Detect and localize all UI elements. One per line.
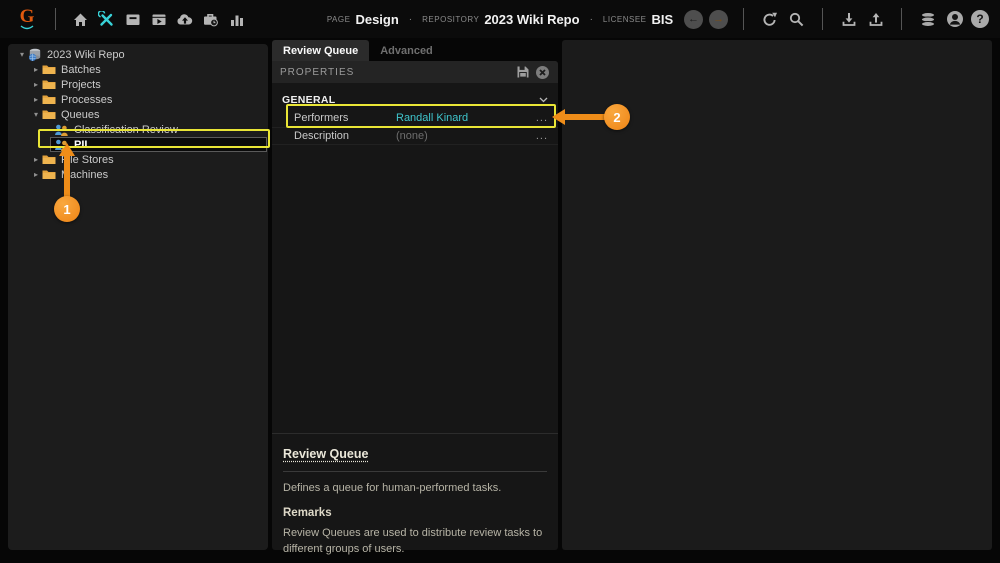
design-tools-icon[interactable] (96, 9, 117, 30)
help-icon[interactable]: ? (971, 10, 989, 28)
callout-arrow-2-head-icon (552, 109, 565, 125)
ellipsis-button[interactable]: ... (536, 130, 558, 142)
stats-icon[interactable] (226, 9, 247, 30)
callout-arrow-1-head-icon (59, 143, 75, 156)
tree-item-batches[interactable]: ▸ Batches (8, 62, 268, 77)
expander-collapsed-icon[interactable]: ▸ (30, 65, 42, 74)
tree-item-queues[interactable]: ▾ Queues (8, 107, 268, 122)
tab-advanced[interactable]: Advanced (369, 40, 444, 61)
callout-arrow-2-shaft (565, 114, 606, 120)
help-remarks-label: Remarks (283, 507, 547, 519)
help-remarks-text: Review Queues are used to distribute rev… (283, 526, 547, 557)
folder-icon (42, 109, 56, 120)
refresh-icon[interactable] (759, 9, 780, 30)
help-divider (283, 471, 547, 472)
upload-icon[interactable] (865, 9, 886, 30)
expander-expanded-icon[interactable]: ▾ (30, 110, 42, 119)
expander-collapsed-icon[interactable]: ▸ (30, 170, 42, 179)
chevron-down-icon[interactable] (539, 97, 548, 103)
grooper-logo[interactable]: G (13, 9, 41, 30)
cloud-import-icon[interactable] (174, 9, 195, 30)
licensee-value: BIS (652, 12, 674, 27)
tree-item-label: Classification Review (74, 124, 178, 136)
properties-body: PROPERTIES GENERAL Performers Randall Ki… (272, 61, 558, 550)
folder-icon (42, 94, 56, 105)
download-icon[interactable] (838, 9, 859, 30)
tree-item-label: Batches (61, 64, 101, 76)
properties-header: PROPERTIES (272, 61, 558, 83)
property-row-description[interactable]: Description (none) ... (272, 128, 558, 145)
repository-node-icon (28, 48, 42, 62)
repository-label: REPOSITORY (422, 15, 479, 24)
tree-item-label: Projects (61, 79, 101, 91)
search-icon[interactable] (786, 9, 807, 30)
top-toolbar: G (0, 0, 1000, 38)
properties-actions (516, 65, 550, 80)
tree-item-label: Queues (61, 109, 100, 121)
home-icon[interactable] (70, 9, 91, 30)
folder-icon (42, 169, 56, 180)
node-tree-panel: ▾ 2023 Wiki Repo ▸ Batches ▸ Projects ▸ … (8, 44, 268, 550)
batches-box-icon[interactable] (122, 9, 143, 30)
help-summary: Defines a queue for human-performed task… (283, 481, 547, 496)
tree-item-machines[interactable]: ▸ Machines (8, 167, 268, 182)
properties-title: PROPERTIES (280, 67, 354, 78)
toolbar-divider (822, 8, 823, 30)
tree-item-classification-review[interactable]: Classification Review (8, 122, 268, 137)
folder-icon (42, 154, 56, 165)
tree-item-file-stores[interactable]: ▸ File Stores (8, 152, 268, 167)
repository-value: 2023 Wiki Repo (484, 12, 579, 27)
breadcrumb-separator: · (590, 14, 593, 25)
expander-expanded-icon[interactable]: ▾ (16, 50, 28, 59)
tasks-bag-icon[interactable] (200, 9, 221, 30)
forward-icon[interactable]: → (709, 10, 728, 29)
callout-step-1: 1 (54, 196, 80, 222)
review-queue-people-icon (54, 124, 69, 136)
toolbar-divider (743, 8, 744, 30)
folder-icon (42, 79, 56, 90)
page-label: PAGE (327, 15, 351, 24)
callout-step-2: 2 (604, 104, 630, 130)
general-section-header[interactable]: GENERAL (272, 92, 558, 108)
property-label: Performers (272, 112, 382, 124)
back-icon[interactable]: ← (684, 10, 703, 29)
help-title-link[interactable]: Review Queue (283, 447, 368, 461)
tree-item-processes[interactable]: ▸ Processes (8, 92, 268, 107)
database-icon[interactable] (917, 9, 938, 30)
expander-collapsed-icon[interactable]: ▸ (30, 155, 42, 164)
page-value: Design (355, 12, 398, 27)
save-icon[interactable] (516, 65, 530, 79)
callout-arrow-1-shaft (64, 155, 70, 198)
tree-item-pii[interactable]: PII (50, 137, 267, 152)
tree-item-label: PII (74, 139, 87, 151)
toolbar-right-group: ← → ? (684, 8, 1000, 30)
tree-item-repo-root[interactable]: ▾ 2023 Wiki Repo (8, 47, 268, 62)
performers-value[interactable]: Randall Kinard (382, 112, 536, 124)
toolbar-left-group: G (0, 8, 247, 30)
expander-collapsed-icon[interactable]: ▸ (30, 80, 42, 89)
close-icon[interactable] (535, 65, 550, 80)
user-account-icon[interactable] (944, 9, 965, 30)
properties-panel: Review Queue Advanced PROPERTIES GENERAL… (272, 40, 558, 550)
property-row-performers[interactable]: Performers Randall Kinard ... (272, 108, 558, 128)
folder-icon (42, 64, 56, 75)
batch-process-icon[interactable] (148, 9, 169, 30)
tree-item-projects[interactable]: ▸ Projects (8, 77, 268, 92)
tab-review-queue[interactable]: Review Queue (272, 40, 369, 61)
toolbar-divider (901, 8, 902, 30)
toolbar-divider (55, 8, 56, 30)
breadcrumb-separator: · (409, 14, 412, 25)
tree-item-label: 2023 Wiki Repo (47, 49, 125, 61)
licensee-label: LICENSEE (603, 15, 647, 24)
property-label: Description (272, 130, 382, 142)
general-section-title: GENERAL (282, 94, 539, 106)
logo-letter: G (20, 9, 35, 25)
logo-roots-icon (20, 25, 34, 30)
description-value[interactable]: (none) (382, 130, 536, 142)
tree-item-label: Processes (61, 94, 112, 106)
panel-tabs: Review Queue Advanced (272, 40, 558, 61)
expander-collapsed-icon[interactable]: ▸ (30, 95, 42, 104)
type-help-box: Review Queue Defines a queue for human-p… (272, 433, 558, 550)
